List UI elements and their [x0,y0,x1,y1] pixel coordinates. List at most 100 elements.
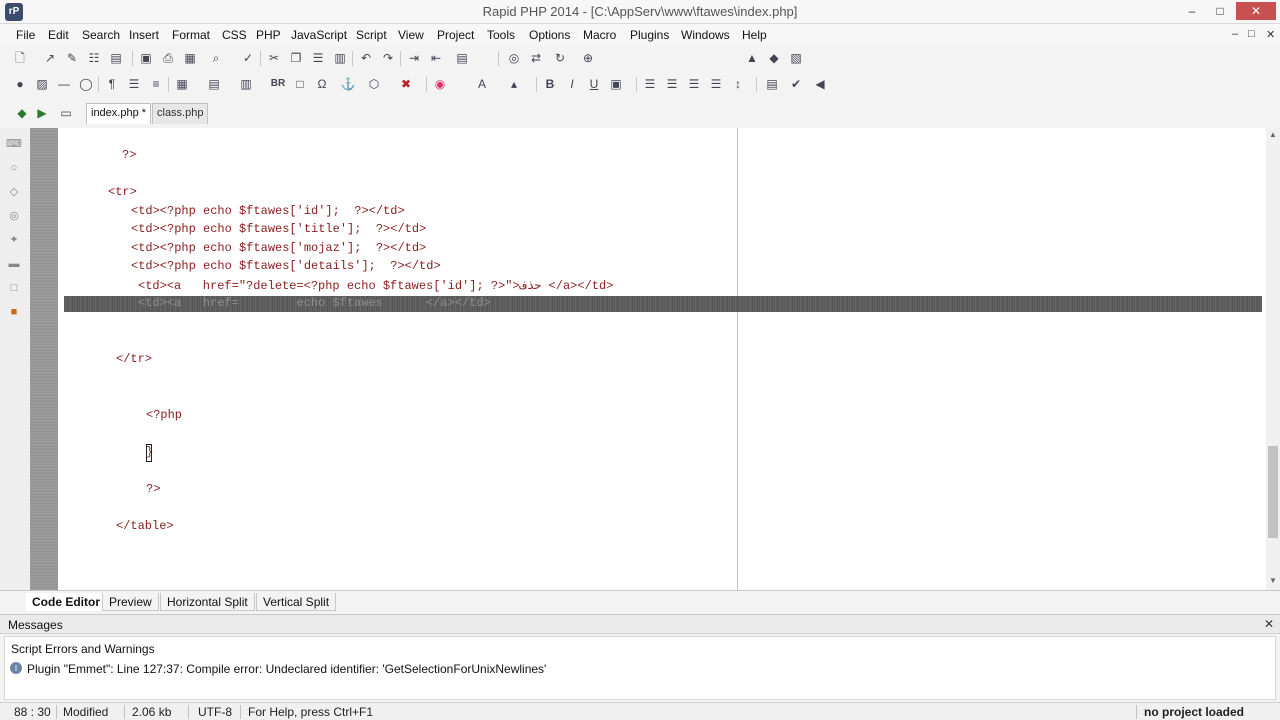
print-preview-icon[interactable]: ▦ [182,50,198,66]
tab-preview[interactable]: Preview [102,593,159,611]
copy-icon[interactable]: ❐ [288,50,304,66]
image-icon[interactable]: ▨ [34,76,50,92]
find-icon[interactable]: ⌕ [208,50,224,66]
omega-icon[interactable]: Ω [314,76,330,92]
form-icon[interactable]: ▤ [206,76,222,92]
menu-format[interactable]: Format [172,28,210,42]
close-button[interactable]: ✕ [1236,2,1276,20]
menu-edit[interactable]: Edit [48,28,69,42]
shape-icon[interactable]: ⬡ [366,76,382,92]
mdi-restore-button[interactable]: □ [1248,28,1255,40]
side-tool-icon[interactable]: ◎ [6,208,22,224]
menu-plugins[interactable]: Plugins [630,28,669,42]
maximize-button[interactable]: □ [1208,2,1232,20]
paste-icon[interactable]: ☰ [310,50,326,66]
zoom-icon[interactable]: ⊕ [580,50,596,66]
tab-horizontal-split[interactable]: Horizontal Split [160,593,255,611]
code-editor[interactable]: ?> <tr> <td><?php echo $ftawes['id']; ?>… [58,128,1266,590]
sync-icon[interactable]: ↻ [552,50,568,66]
menu-project[interactable]: Project [437,28,474,42]
side-tool-icon[interactable]: ■ [6,304,22,320]
ordered-list-icon[interactable]: ≡ [148,76,164,92]
menu-javascript[interactable]: JavaScript [291,28,347,42]
tab-code-editor[interactable]: Code Editor [26,593,106,611]
tab-index-php[interactable]: index.php * [86,103,152,124]
color-wheel-icon[interactable]: ◉ [432,76,448,92]
comment-icon[interactable]: ◯ [78,76,94,92]
indent-icon[interactable]: ⇥ [406,50,422,66]
open-folder-icon[interactable]: ▤ [108,50,124,66]
save-all-icon[interactable]: ▣ [138,50,154,66]
paste-special-icon[interactable]: ▥ [332,50,348,66]
side-tool-icon[interactable]: ✦ [6,232,22,248]
style-icon[interactable]: ▣ [608,76,624,92]
link-icon[interactable]: ⚓ [340,76,356,92]
minimize-button[interactable]: – [1180,2,1204,20]
menu-help[interactable]: Help [742,28,767,42]
vertical-scrollbar[interactable]: ▲ ▼ [1266,128,1280,590]
nbsp-icon[interactable]: □ [292,76,308,92]
list-icon[interactable]: ☰ [126,76,142,92]
tab-list-icon[interactable]: ▭ [58,105,74,121]
scroll-up-icon[interactable]: ▲ [1267,130,1279,139]
italic-icon[interactable]: I [564,76,580,92]
side-tool-icon[interactable]: ○ [6,160,22,176]
menu-insert[interactable]: Insert [129,28,159,42]
menu-tools[interactable]: Tools [487,28,515,42]
mdi-close-button[interactable]: ✕ [1266,28,1275,41]
validate-icon[interactable]: ✔ [788,76,804,92]
font-icon[interactable]: A [474,76,490,92]
side-tool-icon[interactable]: ◇ [6,184,22,200]
underline-icon[interactable]: U [586,76,602,92]
scrollbar-thumb[interactable] [1268,446,1278,538]
zoom-out-icon[interactable]: ▲ [744,50,760,66]
new-file-icon[interactable]: 🗋 [12,50,28,66]
menu-script[interactable]: Script [356,28,387,42]
print-icon[interactable]: ⎙ [160,50,176,66]
globe-icon[interactable]: ● [12,76,28,92]
menu-view[interactable]: View [398,28,424,42]
element-icon[interactable]: ▥ [238,76,254,92]
window-layout-icon[interactable]: ▤ [454,50,470,66]
menu-css[interactable]: CSS [222,28,247,42]
spellcheck-icon[interactable]: ✓ [240,50,256,66]
binoculars-icon[interactable]: ◎ [506,50,522,66]
redo-icon[interactable]: ↷ [380,50,396,66]
menu-search[interactable]: Search [82,28,120,42]
mdi-minimize-button[interactable]: – [1232,28,1238,40]
replace-icon[interactable]: ⇄ [528,50,544,66]
scroll-down-icon[interactable]: ▼ [1267,576,1279,585]
menu-file[interactable]: File [16,28,35,42]
menu-windows[interactable]: Windows [681,28,730,42]
bold-icon[interactable]: B [542,76,558,92]
nav-back-icon[interactable]: ◆ [14,105,30,121]
align-center-icon[interactable]: ☰ [664,76,680,92]
align-right-icon[interactable]: ☰ [686,76,702,92]
line-height-icon[interactable]: ↕ [730,76,746,92]
messages-close-icon[interactable]: ✕ [1264,617,1274,631]
table-icon[interactable]: ▦ [174,76,190,92]
message-entry[interactable]: Plugin "Emmet": Line 127:37: Compile err… [27,662,546,676]
save-icon[interactable]: ☷ [86,50,102,66]
tag-icon[interactable]: ◆ [766,50,782,66]
font-size-icon[interactable]: ▴ [506,76,522,92]
br-icon[interactable]: BR [270,76,286,92]
menu-options[interactable]: Options [529,28,570,42]
side-tool-icon[interactable]: ▬ [6,256,22,272]
cut-icon[interactable]: ✂ [266,50,282,66]
paragraph-icon[interactable]: ¶ [104,76,120,92]
open-file-icon[interactable]: ↗ [42,50,58,66]
align-left-icon[interactable]: ☰ [642,76,658,92]
menu-macro[interactable]: Macro [583,28,616,42]
outdent-icon[interactable]: ⇤ [428,50,444,66]
justify-icon[interactable]: ☰ [708,76,724,92]
preview-icon[interactable]: ▤ [764,76,780,92]
tab-vertical-split[interactable]: Vertical Split [256,593,337,611]
edit-icon[interactable]: ✎ [64,50,80,66]
side-tool-icon[interactable]: □ [6,280,22,296]
color-picker-icon[interactable]: ✖ [398,76,414,92]
undo-icon[interactable]: ↶ [358,50,374,66]
nav-forward-icon[interactable]: ▶ [34,105,50,121]
tab-class-php[interactable]: class.php [152,103,209,124]
hr-icon[interactable]: — [56,76,72,92]
